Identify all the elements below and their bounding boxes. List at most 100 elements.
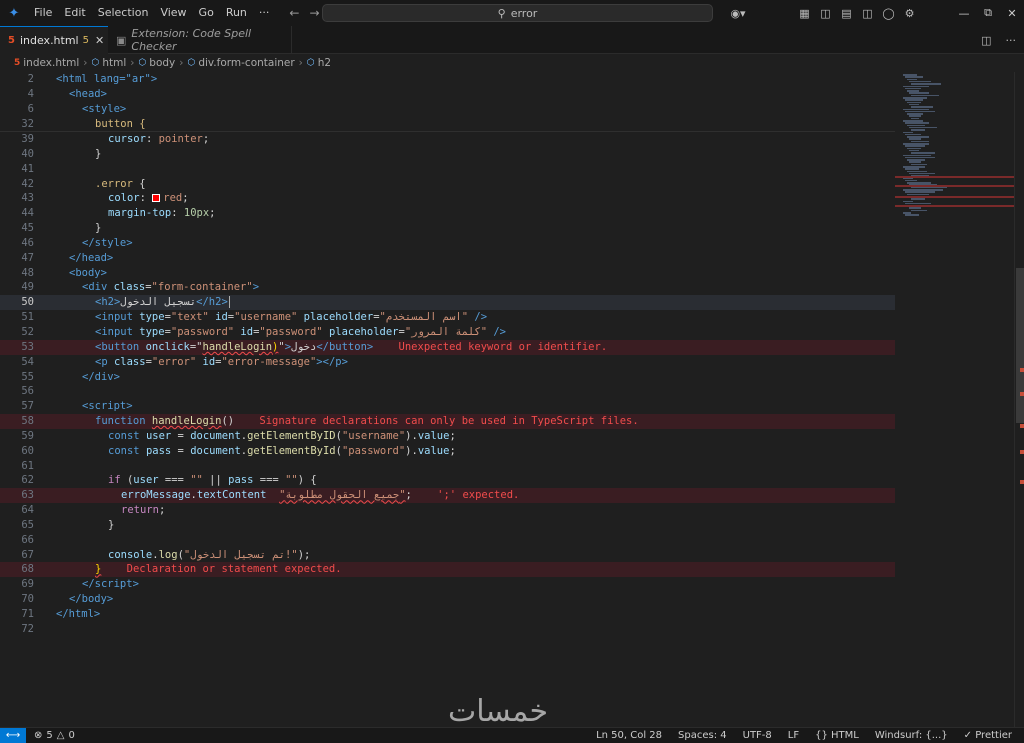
split-editor-icon[interactable]: ◫ [981,34,991,47]
settings-gear-icon[interactable]: ⚙ [899,7,920,20]
tab-index-html[interactable]: 5 index.html 5 ✕ [0,26,108,54]
menu-view[interactable]: View [154,0,192,26]
encoding[interactable]: UTF-8 [743,730,772,741]
code-line[interactable]: 46 </style> [0,236,895,251]
minimap-line [903,74,917,76]
code-line[interactable]: 55 </div> [0,370,895,385]
minimap-line [909,138,921,140]
menu-selection[interactable]: Selection [92,0,155,26]
prettier-status[interactable]: ✓ Prettier [964,730,1012,741]
problems-indicator[interactable]: ⊗ 5 △ 0 [34,730,75,741]
copilot-icon[interactable]: ◉▾ [724,7,752,20]
code-line[interactable]: 40} [0,147,895,162]
command-center-search[interactable]: ⚲ error [322,4,713,22]
code-line[interactable]: 52 <input type="password" id="password" p… [0,325,895,340]
scrollbar-thumb[interactable] [1016,268,1024,423]
code-line[interactable]: 57 <script> [0,399,895,414]
minimize-icon[interactable]: — [952,7,976,20]
end-of-line[interactable]: LF [788,730,799,741]
remote-indicator-icon[interactable]: ⟷ [0,727,26,743]
code-line[interactable]: 70 </body> [0,592,895,607]
indentation[interactable]: Spaces: 4 [678,730,727,741]
forward-arrow-icon[interactable]: → [309,6,319,20]
code-line[interactable]: 6 <style> [0,102,895,117]
language-mode[interactable]: {} HTML [815,730,859,741]
code-line[interactable]: 71 </html> [0,607,895,622]
code-lines[interactable]: 39 cursor: pointer; 40} 41 42 .error { 43 c… [0,132,895,637]
code-line[interactable]: 41 [0,162,895,177]
code-line[interactable]: 4 <head> [0,87,895,102]
tab-label: index.html [19,34,79,47]
menu-edit[interactable]: Edit [58,0,91,26]
close-window-icon[interactable]: ✕ [1000,7,1024,20]
color-swatch-icon[interactable] [152,194,161,203]
toggle-secondary-sidebar-icon[interactable]: ◫ [857,7,878,20]
toggle-sidebar-icon[interactable]: ◫ [815,7,836,20]
tab-extension-spell-checker[interactable]: ▣ Extension: Code Spell Checker [108,26,292,54]
windsurf-status[interactable]: Windsurf: {...} [875,730,948,741]
code-line[interactable]: 39 cursor: pointer; [0,132,895,147]
search-text: error [510,6,538,20]
breadcrumb-h2[interactable]: ⬡ h2 [307,57,331,69]
code-line[interactable]: 32 button { [0,117,895,132]
minimap-line [911,129,925,131]
code-line-error[interactable]: 53 <button onclick="handleLogin)">دخول</b… [0,339,895,355]
cursor-position[interactable]: Ln 50, Col 28 [596,730,662,741]
tab-actions: ◫ ··· [981,26,1016,54]
code-line[interactable]: 51 <input type="text" id="username" place… [0,310,895,325]
accounts-icon[interactable]: ◯ [878,7,899,20]
minimap-line [907,124,925,127]
minimap-line [909,207,921,209]
customize-layout-icon[interactable]: ▦ [794,7,815,20]
code-line[interactable]: 61 [0,459,895,474]
code-line-error[interactable]: 58 function handleLogin() Signature decla… [0,414,895,429]
inline-error-message: Signature declarations can only be used … [259,415,639,428]
menu-go[interactable]: Go [193,0,220,26]
menu-run[interactable]: Run [220,0,253,26]
more-actions-icon[interactable]: ··· [1006,34,1017,47]
toggle-panel-icon[interactable]: ▤ [836,7,857,20]
restore-icon[interactable]: ⧉ [976,6,1000,20]
close-icon[interactable]: ✕ [95,34,104,47]
breadcrumb-div[interactable]: ⬡ div.form-container [187,57,294,69]
vertical-scrollbar[interactable] [1014,72,1024,727]
breadcrumb-file[interactable]: 5 index.html [14,57,79,69]
minimap-line [909,172,935,175]
minimap-line [905,179,917,182]
code-line[interactable]: 54 <p class="error" id="error-message"></… [0,355,895,370]
code-line[interactable]: 72 [0,622,895,637]
code-line[interactable]: 45} [0,221,895,236]
code-line[interactable]: 42 .error { [0,177,895,192]
menu-more[interactable]: ··· [253,0,276,26]
code-editor[interactable]: 2 <html lang="ar"> 4 <head> 6 <style> 32 but… [0,72,1014,727]
menu-file[interactable]: File [28,0,58,26]
minimap-line [905,110,935,113]
code-line[interactable]: 66 [0,533,895,548]
code-line-error[interactable]: 63 erroMessage.textContent "جميع الحقول م… [0,488,895,504]
breadcrumb-body[interactable]: ⬡ body [138,57,175,69]
code-line[interactable]: 2 <html lang="ar"> [0,72,895,87]
code-line[interactable]: 69 </script> [0,577,895,592]
breadcrumb-html[interactable]: ⬡ html [91,57,126,69]
code-line[interactable]: 60 const pass = document.getElementById("… [0,444,895,459]
code-line[interactable]: 48 <body> [0,266,895,281]
code-line[interactable]: 65} [0,518,895,533]
code-line-current[interactable]: 50 <h2>تسجيل الدخول</h2> [0,295,895,311]
code-line[interactable]: 64 return; [0,503,895,518]
minimap-line [907,193,929,196]
chevron-right-icon: › [179,57,184,69]
html5-icon: 5 [14,58,21,68]
code-line-error[interactable]: 68} Declaration or statement expected. [0,562,895,578]
code-line[interactable]: 44 margin-top: 10px; [0,206,895,221]
code-line[interactable]: 43 color: red; [0,191,895,206]
code-line[interactable]: 49 <div class="form-container"> [0,280,895,295]
code-line[interactable]: 59 const user = document.getElementByID("… [0,429,895,444]
element-icon: ⬡ [187,58,196,68]
code-line[interactable]: 62 if (user === "" || pass === "") { [0,473,895,488]
minimap-line [909,103,919,106]
code-line[interactable]: 47 </head> [0,251,895,266]
back-arrow-icon[interactable]: ← [289,6,299,20]
code-line[interactable]: 56 [0,384,895,399]
code-line[interactable]: 67 console.log("تم تسجيل الدخول!"); [0,548,895,563]
minimap[interactable] [895,72,1014,727]
